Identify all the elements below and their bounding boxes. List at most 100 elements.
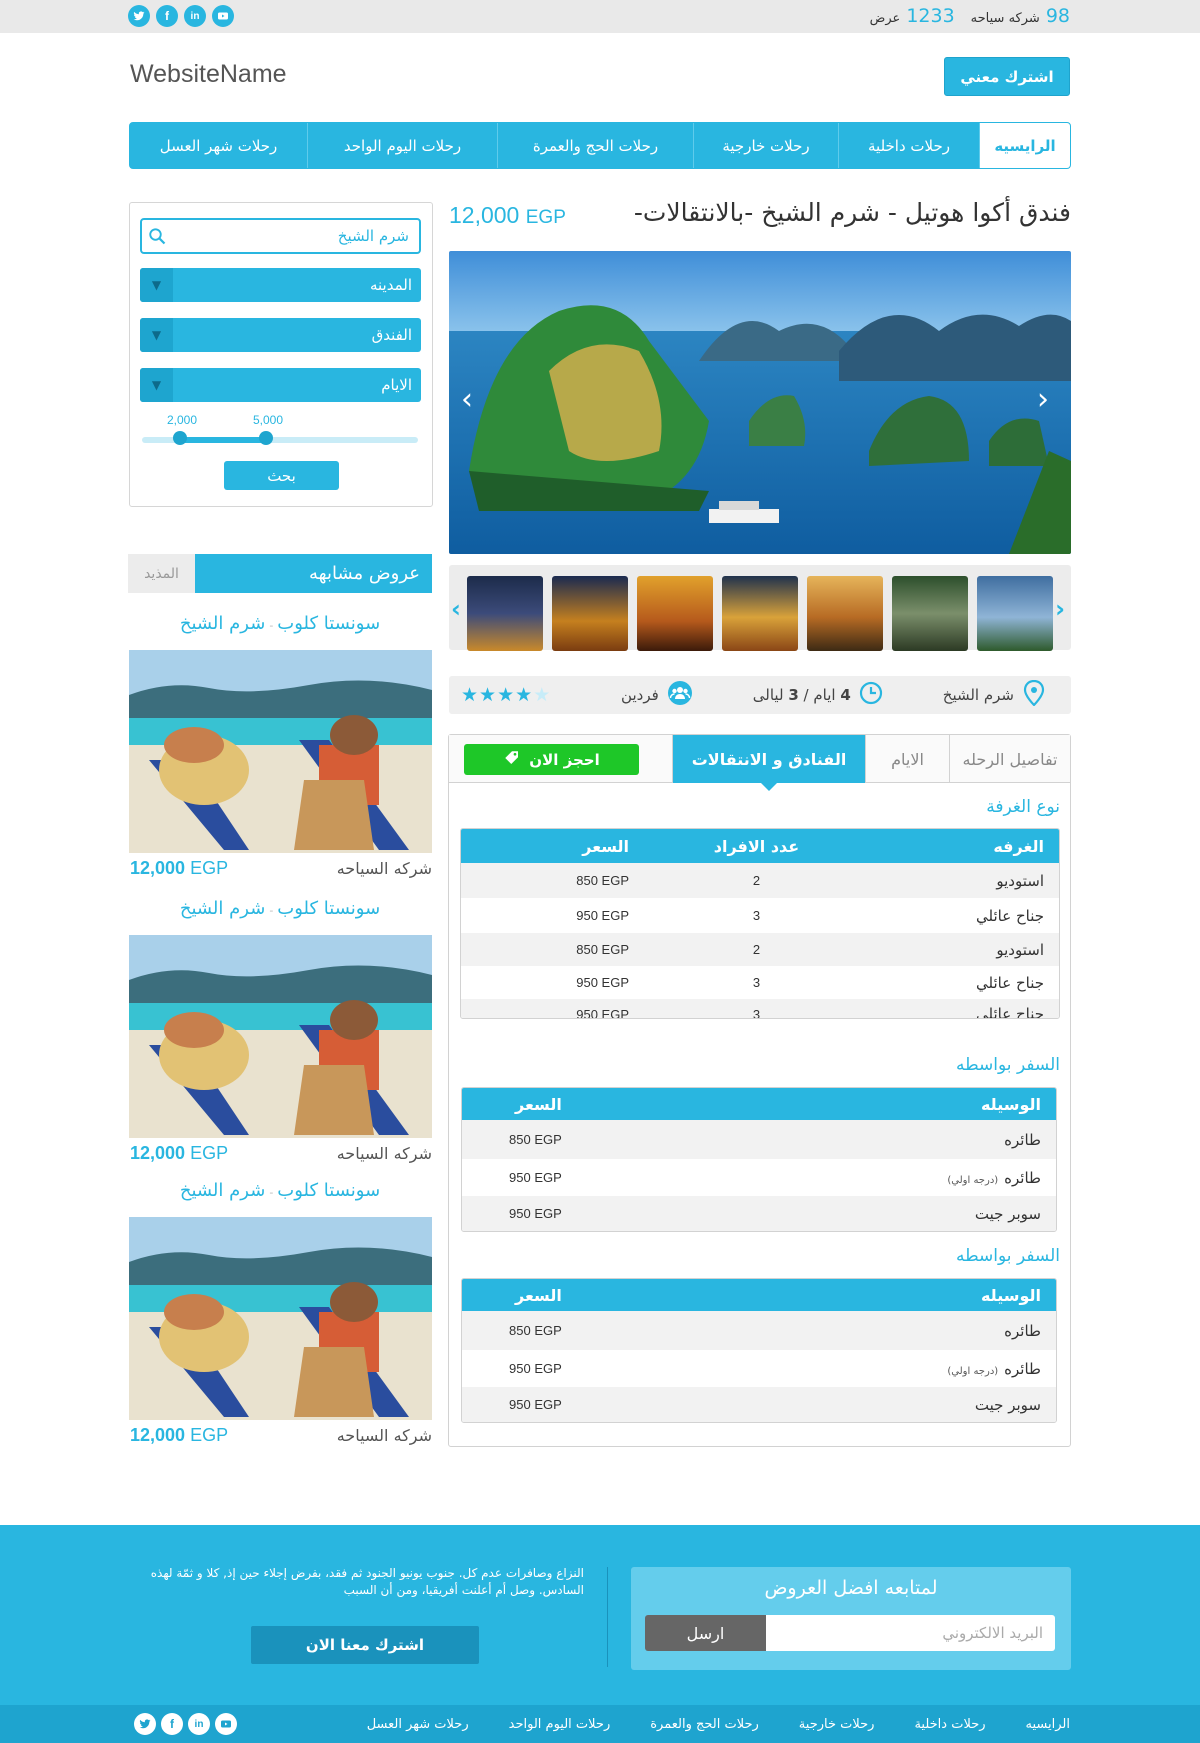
- offer-company: شركه السياحه: [336, 1426, 432, 1445]
- offer-name: سونستا كلوب: [277, 1180, 381, 1201]
- nav-item-international[interactable]: رحلات خارجية: [693, 123, 838, 168]
- hotel-select-label: الفندق: [371, 326, 412, 344]
- star-icon: ★: [515, 684, 534, 706]
- hotel-select[interactable]: الفندق ▼: [140, 318, 421, 352]
- price-range-max-handle[interactable]: [259, 431, 273, 445]
- thumbnail[interactable]: [892, 576, 968, 651]
- thumbnail[interactable]: [722, 576, 798, 651]
- search-icon[interactable]: [148, 227, 166, 249]
- top-social-links: f in: [128, 5, 234, 27]
- tab-hotels-transport[interactable]: الفنادق و الانتقالات: [672, 735, 865, 791]
- offer-image[interactable]: [129, 1217, 432, 1420]
- footer: النزاع وصافرات عدم كل. جنوب يونيو الجنود…: [0, 1525, 1200, 1705]
- more-link[interactable]: المذيد: [128, 554, 195, 593]
- hero-next-button[interactable]: ›: [1037, 382, 1049, 417]
- footer-link-domestic[interactable]: رحلات داخلية: [914, 1717, 985, 1732]
- nav-item-honeymoon[interactable]: رحلات شهر العسل: [130, 123, 307, 168]
- offer-image[interactable]: [129, 650, 432, 853]
- search-input[interactable]: [140, 218, 421, 254]
- thumbnail[interactable]: [977, 576, 1053, 651]
- table-row[interactable]: طائره 850 EGP: [462, 1120, 1056, 1159]
- thumbnail[interactable]: [552, 576, 628, 651]
- offers-count: 1233: [906, 5, 955, 27]
- nav-item-domestic[interactable]: رحلات داخلية: [838, 123, 979, 168]
- youtube-icon[interactable]: [215, 1713, 237, 1735]
- offer-price: 12,000 EGP: [130, 1425, 229, 1445]
- thumbnail[interactable]: [637, 576, 713, 651]
- city-select[interactable]: المدينه ▼: [140, 268, 421, 302]
- table-row[interactable]: طائره(درجه اولي) 950 EGP: [462, 1159, 1056, 1196]
- offer-image[interactable]: [129, 935, 432, 1138]
- travel-by-title: السفر بواسطه: [956, 1246, 1060, 1266]
- offer-footer: 12,000 EGP شركه السياحه: [130, 1143, 432, 1164]
- footer-link-home[interactable]: الرايسيه: [1026, 1717, 1070, 1732]
- offer-place: شرم الشيخ: [179, 1180, 266, 1201]
- table-row[interactable]: جناح عائلي 3 950 EGP: [461, 898, 1059, 933]
- footer-social-links: f in: [134, 1713, 237, 1735]
- subscribe-button[interactable]: اشترك معني: [944, 57, 1070, 96]
- table-row[interactable]: طائره(درجه اولي) 950 EGP: [462, 1350, 1056, 1387]
- price-range-fill: [179, 437, 266, 443]
- footer-link-hajj[interactable]: رحلات الحج والعمرة: [650, 1717, 759, 1732]
- table-row[interactable]: سوبر جيت 950 EGP: [462, 1196, 1056, 1231]
- twitter-icon[interactable]: [128, 5, 150, 27]
- table-row[interactable]: سوبر جيت 950 EGP: [462, 1387, 1056, 1422]
- table-row[interactable]: جناح عائلي 3 950 EGP: [461, 999, 1059, 1018]
- nav-item-hajj[interactable]: رحلات الحج والعمرة: [497, 123, 693, 168]
- subscribe-now-button[interactable]: اشترك معنا الان: [251, 1626, 479, 1664]
- table-row[interactable]: استوديو 2 850 EGP: [461, 863, 1059, 898]
- offer-title[interactable]: سونستا كلوب-شرم الشيخ: [128, 1180, 432, 1201]
- days-select-label: الايام: [381, 376, 412, 394]
- chevron-right-icon[interactable]: ›: [1055, 595, 1065, 623]
- footer-link-honeymoon[interactable]: رحلات شهر العسل: [367, 1717, 469, 1732]
- linkedin-icon[interactable]: in: [188, 1713, 210, 1735]
- table-row[interactable]: استوديو 2 850 EGP: [461, 933, 1059, 966]
- page-title: فندق أكوا هوتيل - شرم الشيخ -بالانتقالات…: [633, 198, 1071, 227]
- linkedin-icon[interactable]: in: [184, 5, 206, 27]
- star-icon: ★: [479, 684, 498, 706]
- details-panel: تفاصيل الرحله الايام الفنادق و الانتقالا…: [448, 734, 1071, 1447]
- days-select[interactable]: الايام ▼: [140, 368, 421, 402]
- tab-trip-details[interactable]: تفاصيل الرحله: [949, 735, 1070, 783]
- facebook-icon[interactable]: f: [156, 5, 178, 27]
- table-header: الوسيله السعر: [462, 1088, 1056, 1120]
- chevron-down-icon: ▼: [140, 268, 173, 302]
- footer-link-international[interactable]: رحلات خارجية: [799, 1717, 875, 1732]
- twitter-icon[interactable]: [134, 1713, 156, 1735]
- hero-prev-button[interactable]: ‹: [461, 382, 473, 417]
- bottom-bar: الرايسيه رحلات داخلية رحلات خارجية رحلات…: [0, 1705, 1200, 1743]
- offers-label: عرض: [869, 11, 901, 26]
- offer-price: 12,000 EGP: [130, 1143, 229, 1163]
- site-logo[interactable]: WebsiteName: [130, 60, 287, 89]
- newsletter-title: لمتابعه افضل العروض: [764, 1577, 938, 1599]
- nav-item-day-trips[interactable]: رحلات اليوم الواحد: [307, 123, 497, 168]
- search-panel: المدينه ▼ الفندق ▼ الايام ▼ 2,000 5,000 …: [129, 202, 433, 507]
- offer-title[interactable]: سونستا كلوب-شرم الشيخ: [128, 898, 432, 919]
- search-button[interactable]: بحث: [224, 461, 339, 490]
- thumbnail[interactable]: [467, 576, 543, 651]
- table-row[interactable]: طائره 850 EGP: [462, 1311, 1056, 1350]
- thumbnail[interactable]: [807, 576, 883, 651]
- offer-title[interactable]: سونستا كلوب-شرم الشيخ: [128, 613, 432, 634]
- email-field[interactable]: [765, 1615, 1055, 1651]
- hero-image[interactable]: [449, 251, 1071, 554]
- book-now-button[interactable]: احجز الان: [464, 744, 639, 775]
- offer-name: سونستا كلوب: [277, 898, 381, 919]
- tab-days[interactable]: الايام: [865, 735, 949, 783]
- trip-persons: فردين: [621, 680, 693, 710]
- table-row[interactable]: جناح عائلي 3 950 EGP: [461, 966, 1059, 999]
- map-pin-icon: [1022, 679, 1046, 710]
- footer-link-day-trips[interactable]: رحلات اليوم الواحد: [509, 1717, 611, 1732]
- facebook-icon[interactable]: f: [161, 1713, 183, 1735]
- offer-footer: 12,000 EGP شركه السياحه: [130, 858, 432, 879]
- youtube-icon[interactable]: [212, 5, 234, 27]
- top-stats: 98 شركه سياحه 1233 عرض: [870, 5, 1070, 27]
- price-range-min-handle[interactable]: [173, 431, 187, 445]
- room-type-title: نوع الغرفة: [986, 797, 1060, 817]
- thumbnail-strip: ‹ ›: [449, 565, 1071, 651]
- send-button[interactable]: ارسل: [645, 1615, 766, 1651]
- nav-item-home[interactable]: الرايسيه: [979, 123, 1070, 168]
- footer-nav: الرايسيه رحلات داخلية رحلات خارجية رحلات…: [367, 1705, 1070, 1743]
- chevron-left-icon[interactable]: ‹: [451, 595, 461, 623]
- footer-text: النزاع وصافرات عدم كل. جنوب يونيو الجنود…: [150, 1566, 584, 1597]
